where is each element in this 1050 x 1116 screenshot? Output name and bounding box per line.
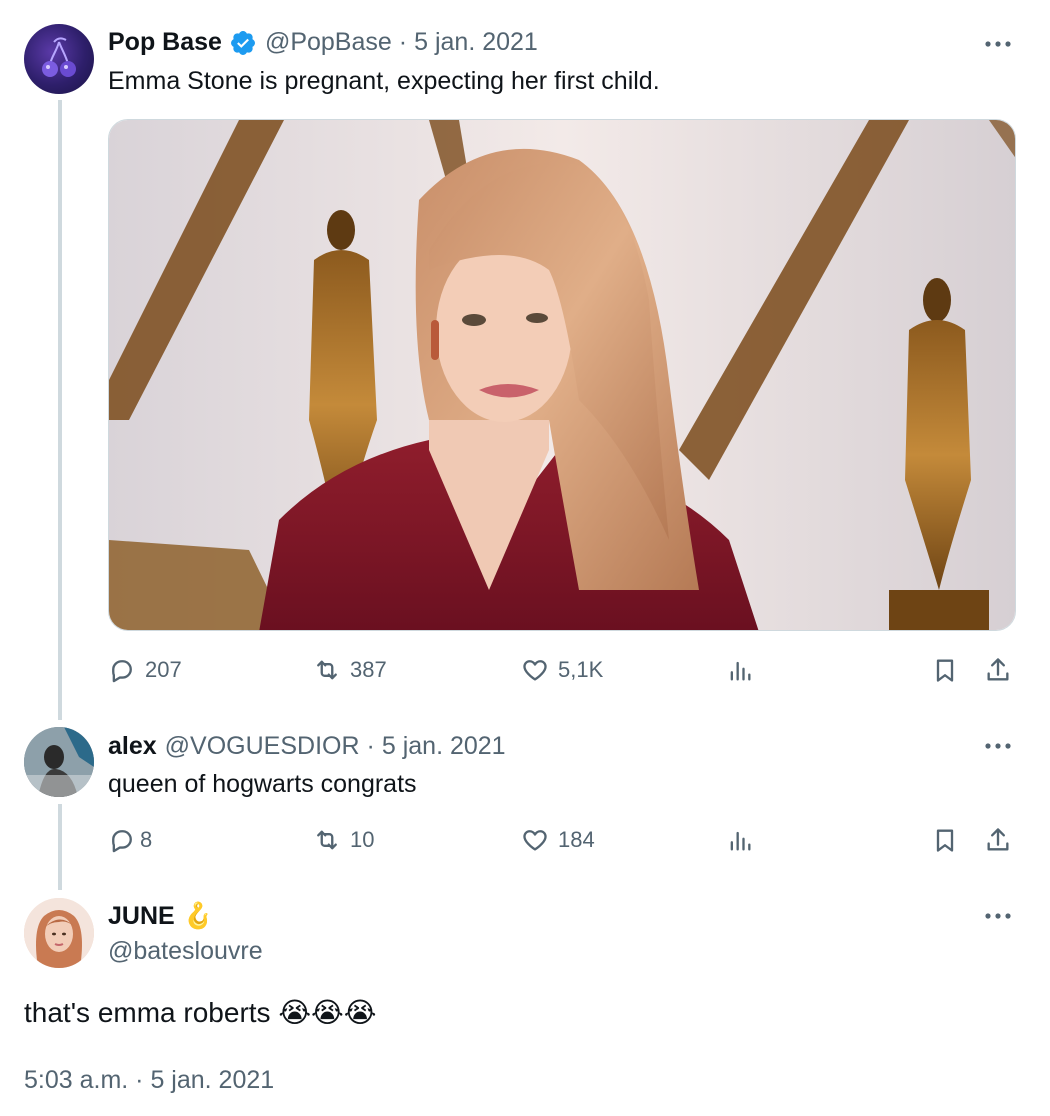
tweet-text: queen of hogwarts congrats [108,770,417,798]
tweet-text: that's emma roberts 😭😭😭 [24,997,377,1028]
more-icon[interactable] [984,734,1012,758]
bookmark-button[interactable] [931,652,959,688]
more-icon[interactable] [984,904,1012,928]
repost-button[interactable]: 10 [313,822,374,858]
bookmark-icon [936,659,954,682]
tweet-text: Emma Stone is pregnant, expecting her fi… [108,67,660,95]
more-icon[interactable] [984,32,1012,56]
like-count: 5,1K [558,657,604,682]
display-name[interactable]: alex [108,732,157,761]
repost-count: 387 [350,657,387,682]
tweet-header: JUNE 🪝 [108,902,214,931]
tweet-popbase[interactable]: Pop Base @PopBase · 5 jan. 2021 Emma Sto… [0,0,1050,720]
share-icon [987,658,1009,681]
user-handle[interactable]: @PopBase [265,28,392,57]
name-emoji: 🪝 [182,902,214,930]
verified-badge-icon [229,29,257,57]
repost-count: 10 [350,827,375,852]
like-icon [523,660,547,681]
avatar[interactable] [24,727,94,797]
user-handle[interactable]: @VOGUESDIOR [165,732,360,761]
repost-button[interactable]: 387 [313,652,387,688]
cherry-logo-icon [42,37,76,77]
repost-icon [317,830,337,850]
avatar[interactable] [24,24,94,94]
user-handle[interactable]: @bateslouvre [108,937,263,966]
tweet-alex[interactable]: alex @VOGUESDIOR · 5 jan. 2021 queen of … [0,720,1050,890]
like-icon [523,830,547,851]
tweet-date[interactable]: 5 jan. 2021 [382,732,506,761]
views-icon [730,661,751,681]
tweet-date[interactable]: 5 jan. 2021 [414,28,538,57]
like-button[interactable]: 5,1K [521,652,603,688]
reply-button[interactable]: 207 [108,652,182,688]
photo-emma-stone [109,120,1015,630]
display-name[interactable]: Pop Base [108,28,222,57]
tweet-actions: 207 387 5,1K [108,652,1018,688]
bookmark-icon [936,829,954,852]
views-button[interactable] [726,652,754,688]
reply-button[interactable]: 8 [108,822,152,858]
like-count: 184 [558,827,595,852]
handle-row: @bateslouvre [108,937,263,966]
tweet-header: Pop Base @PopBase · 5 jan. 2021 [108,28,538,57]
reply-count: 207 [145,657,182,682]
views-button[interactable] [726,822,754,858]
share-button[interactable] [984,822,1012,858]
share-button[interactable] [984,652,1012,688]
avatar[interactable] [24,898,94,968]
separator: · [398,28,408,56]
separator: · [366,732,375,760]
reply-count: 8 [140,827,153,852]
views-icon [730,831,751,851]
tweet-june-focused: JUNE 🪝 @bateslouvre that's emma roberts … [0,890,1050,1116]
tweet-timestamp[interactable]: 5:03 a.m. · 5 jan. 2021 [24,1066,274,1095]
reply-icon [112,830,132,853]
display-name[interactable]: JUNE [108,902,175,931]
reply-icon [112,660,132,683]
bookmark-button[interactable] [931,822,959,858]
like-button[interactable]: 184 [521,822,595,858]
tweet-photo[interactable] [108,119,1016,631]
repost-icon [317,660,337,680]
share-icon [987,828,1009,851]
tweet-actions: 8 10 184 [108,822,1018,858]
tweet-header: alex @VOGUESDIOR · 5 jan. 2021 [108,732,506,761]
